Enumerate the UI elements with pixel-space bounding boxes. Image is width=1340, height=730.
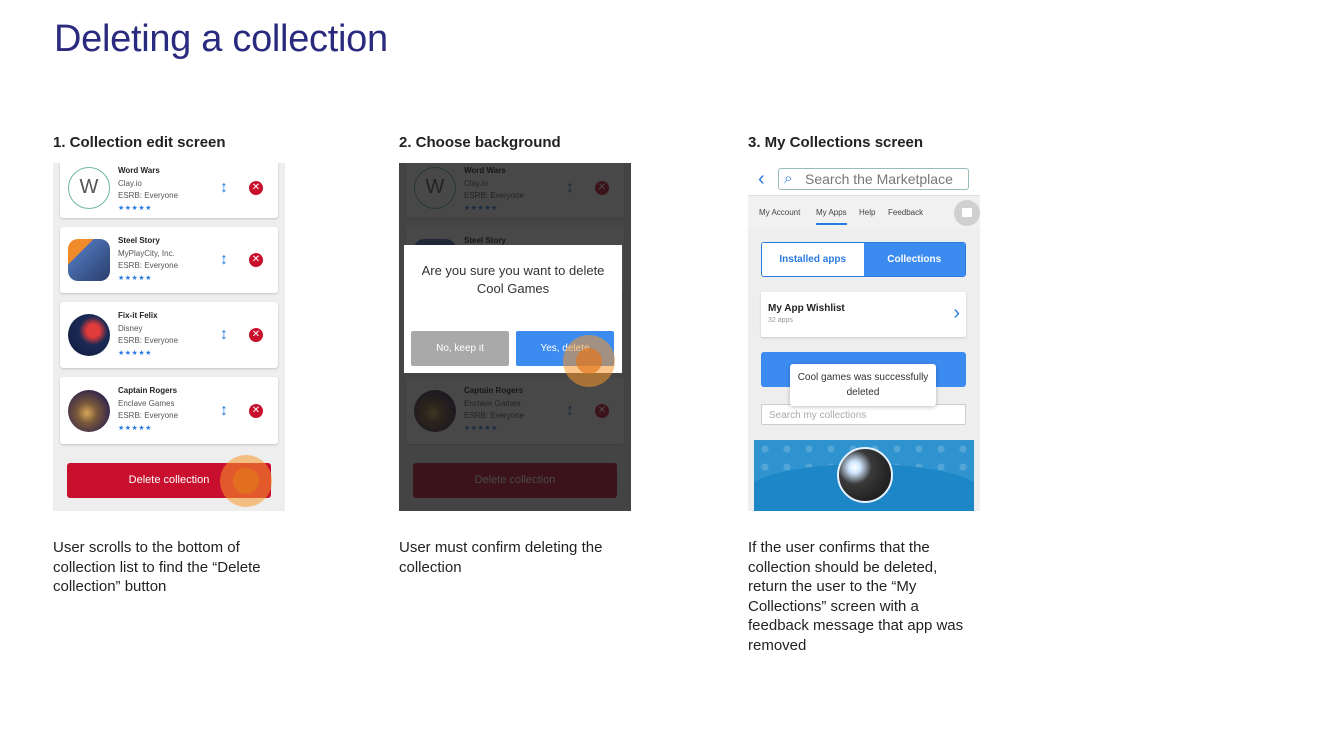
step-1-heading: 1. Collection edit screen xyxy=(53,134,226,151)
my-collections-screen: ‹ ⌕ My Account My Apps Help Feedback Ins… xyxy=(748,163,980,511)
apps-tab-switcher: Installed apps Collections xyxy=(761,242,966,277)
reorder-handle-icon[interactable]: ↕ xyxy=(220,178,228,198)
step-1-caption: User scrolls to the bottom of collection… xyxy=(53,539,261,596)
deleted-toast: Cool games was successfully deleted xyxy=(790,364,936,406)
step-2-heading: 2. Choose background xyxy=(399,134,561,151)
word-wars-app-icon: W xyxy=(68,166,110,209)
app-card-steel-story: Steel Story MyPlayCity, Inc. ESRB: Every… xyxy=(60,227,278,293)
star-rating: ★★★★★ xyxy=(118,349,152,357)
fix-it-felix-app-icon xyxy=(68,314,110,356)
remove-app-icon[interactable]: ✕ xyxy=(249,328,263,342)
app-name: Captain Rogers xyxy=(118,386,178,395)
keep-collection-button[interactable]: No, keep it xyxy=(411,331,509,366)
page-title: Deleting a collection xyxy=(54,18,388,60)
confirm-delete-screen: W Word Wars Clay.io ESRB: Everyone ★★★★★… xyxy=(399,163,631,511)
collection-title: My App Wishlist xyxy=(768,303,845,314)
reorder-handle-icon[interactable]: ↕ xyxy=(220,401,228,421)
step-1-column: 1. Collection edit screen W Word Wars Cl… xyxy=(53,134,293,595)
app-card-captain-rogers: Captain Rogers Enclave Games ESRB: Every… xyxy=(60,377,278,444)
touch-indicator xyxy=(563,335,615,387)
tab-collections[interactable]: Collections xyxy=(863,243,965,276)
marketplace-search-box: ⌕ xyxy=(778,168,969,190)
back-arrow-icon[interactable]: ‹ xyxy=(758,169,765,189)
app-publisher: MyPlayCity, Inc. xyxy=(118,248,175,258)
nav-feedback[interactable]: Feedback xyxy=(888,208,923,217)
app-publisher: Enclave Games xyxy=(118,398,175,408)
app-publisher: Clay.io xyxy=(118,178,142,188)
avatar[interactable] xyxy=(837,447,893,503)
search-icon: ⌕ xyxy=(784,170,793,187)
app-card-fix-it-felix: Fix-it Felix Disney ESRB: Everyone ★★★★★… xyxy=(60,302,278,368)
app-name: Steel Story xyxy=(118,236,160,245)
step-3-caption: If the user confirms that the collection… xyxy=(748,539,964,654)
nav-my-account[interactable]: My Account xyxy=(759,208,800,217)
nav-my-apps[interactable]: My Apps xyxy=(816,208,847,225)
app-name: Fix-it Felix xyxy=(118,311,158,320)
chevron-right-icon: › xyxy=(953,302,960,324)
collection-item-wishlist[interactable]: My App Wishlist 32 apps › xyxy=(761,292,966,337)
nav-help[interactable]: Help xyxy=(859,208,875,217)
collection-count: 32 apps xyxy=(768,317,793,324)
touch-indicator xyxy=(220,455,272,507)
cart-icon[interactable] xyxy=(954,200,980,226)
app-rating: ESRB: Everyone xyxy=(118,411,179,420)
captain-rogers-app-icon xyxy=(68,389,110,432)
star-rating: ★★★★★ xyxy=(118,424,152,432)
profile-banner xyxy=(754,440,974,511)
star-rating: ★★★★★ xyxy=(118,204,152,212)
marketplace-search-input[interactable] xyxy=(805,170,965,188)
step-3-heading: 3. My Collections screen xyxy=(748,134,924,151)
step-2-caption: User must confirm deleting the collectio… xyxy=(399,539,603,576)
step-3-column: 3. My Collections screen ‹ ⌕ My Account … xyxy=(748,134,988,654)
app-rating: ESRB: Everyone xyxy=(118,336,179,345)
app-rating: ESRB: Everyone xyxy=(118,261,179,270)
reorder-handle-icon[interactable]: ↕ xyxy=(220,250,228,270)
tab-installed-apps[interactable]: Installed apps xyxy=(762,243,864,276)
collections-search-input[interactable] xyxy=(762,406,965,425)
confirm-message: Are you sure you want to delete Cool Gam… xyxy=(421,263,605,296)
steel-story-app-icon xyxy=(68,239,110,281)
collections-search-field xyxy=(761,404,966,425)
remove-app-icon[interactable]: ✕ xyxy=(249,180,263,195)
remove-app-icon[interactable]: ✕ xyxy=(249,253,263,267)
app-name: Word Wars xyxy=(118,166,160,175)
star-rating: ★★★★★ xyxy=(118,274,152,282)
marketplace-search-bar: ‹ ⌕ xyxy=(748,163,980,196)
remove-app-icon[interactable]: ✕ xyxy=(249,403,263,418)
collection-edit-screen: W Word Wars Clay.io ESRB: Everyone ★★★★★… xyxy=(53,163,285,511)
reorder-handle-icon[interactable]: ↕ xyxy=(220,325,228,345)
app-rating: ESRB: Everyone xyxy=(118,191,179,200)
app-publisher: Disney xyxy=(118,323,143,333)
app-card-word-wars: W Word Wars Clay.io ESRB: Everyone ★★★★★… xyxy=(60,163,278,218)
top-nav: My Account My Apps Help Feedback xyxy=(748,197,980,229)
step-2-column: 2. Choose background W Word Wars Clay.io… xyxy=(399,134,639,576)
